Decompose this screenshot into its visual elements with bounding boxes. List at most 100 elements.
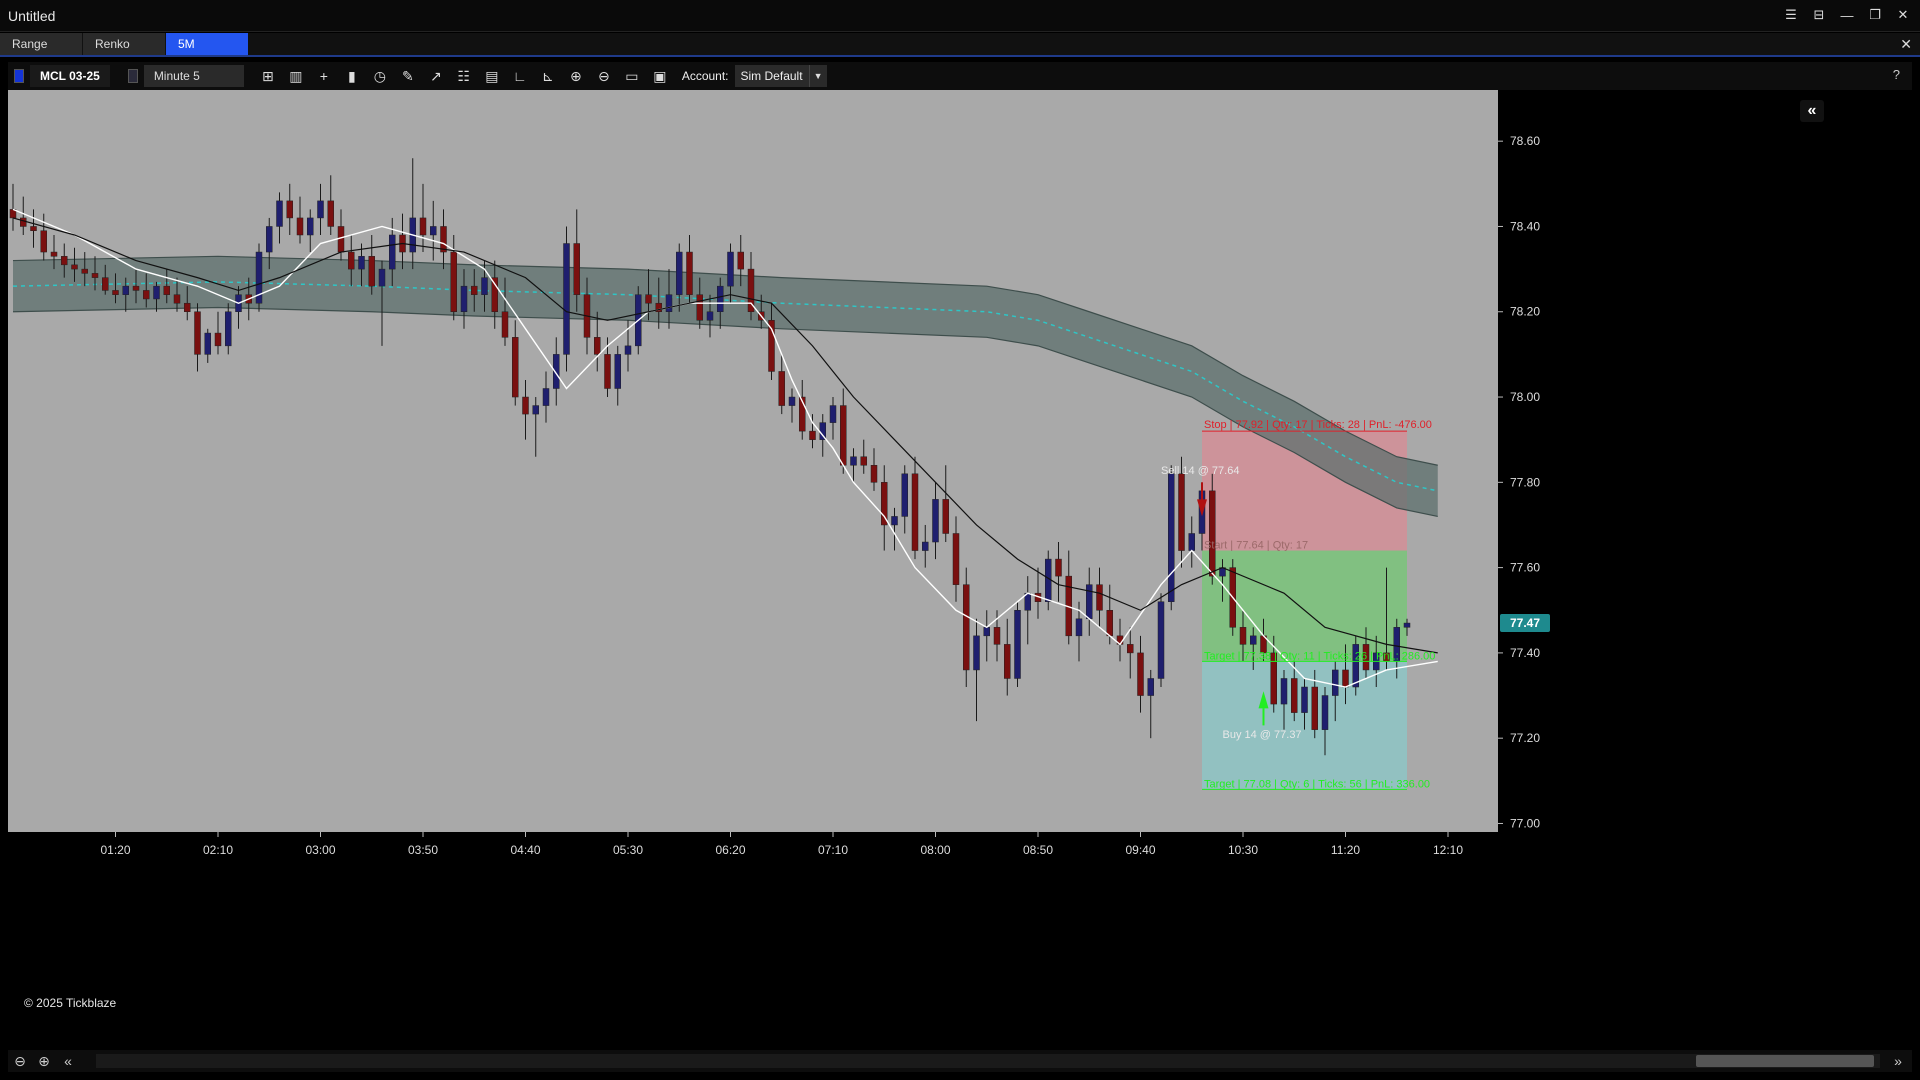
candle-body <box>1403 622 1411 628</box>
candle-body <box>983 627 990 637</box>
menu-icon[interactable]: ☰ <box>1782 6 1800 24</box>
zoom-in-icon[interactable]: ⊕ <box>32 1051 56 1071</box>
candle-body <box>501 311 509 338</box>
candle-body <box>1014 610 1021 679</box>
candle-body <box>512 337 519 398</box>
x-tick-label: 01:20 <box>100 843 130 857</box>
candle-body <box>1209 490 1216 577</box>
candle-body <box>471 285 478 295</box>
window-title: Untitled <box>8 7 56 24</box>
restore-icon[interactable]: ❐ <box>1866 6 1884 24</box>
candle-body <box>1127 644 1134 654</box>
candle-body <box>194 311 201 355</box>
folder-icon[interactable]: ▭ <box>618 65 646 87</box>
candle-body <box>430 226 437 236</box>
candle-body <box>614 354 621 389</box>
chart-navigation-bar: ⊖ ⊕ « » <box>8 1050 1912 1072</box>
tab-range[interactable]: Range <box>0 33 82 55</box>
buy-marker-label: Buy 14 @ 77.37 <box>1223 729 1302 741</box>
y-tick-label: 77.00 <box>1510 816 1540 830</box>
candle-body <box>932 499 939 543</box>
candle-body <box>1096 584 1103 611</box>
candle-body <box>604 354 611 389</box>
candle-body <box>778 371 785 406</box>
candle-body <box>378 268 386 287</box>
candle-body <box>450 251 457 312</box>
candle-body <box>132 285 140 291</box>
axis-icon[interactable]: ∟ <box>506 65 534 87</box>
copyright-text: © 2025 Tickblaze <box>24 996 117 1010</box>
start-label: Start | 77.64 | Qty: 17 <box>1204 540 1308 552</box>
x-tick-label: 08:00 <box>920 843 950 857</box>
axis-scale-icon[interactable]: ⊾ <box>534 65 562 87</box>
candle-body <box>214 332 222 347</box>
candle-body <box>276 200 283 227</box>
scroll-end-icon[interactable]: » <box>1886 1051 1910 1071</box>
account-dropdown-icon[interactable]: ▼ <box>808 65 827 87</box>
pencil-icon[interactable]: ✎ <box>394 65 422 87</box>
price-chart[interactable]: 78.60 78.40 78.20 78.00 77.80 77.60 77.40 77.20… <box>8 90 1912 1020</box>
tab-5m[interactable]: 5M <box>166 33 248 55</box>
candle-body <box>563 243 570 355</box>
y-tick-label: 78.20 <box>1510 305 1540 319</box>
candle-body <box>891 516 898 526</box>
candle-body <box>460 285 468 312</box>
candle-body <box>30 226 37 231</box>
draw-line-icon[interactable]: ↗ <box>422 65 450 87</box>
candle-body <box>522 396 529 415</box>
candle-body <box>1086 584 1093 620</box>
chart-toolbar: MCL 03-25 Minute 5 ⊞ ▥ + ▮ ◷ ✎ ↗ ☷ ▤ ∟ ⊾… <box>8 62 1912 90</box>
symbol-color-swatch[interactable] <box>14 69 24 83</box>
candle-body <box>71 264 78 270</box>
close-tab-icon[interactable]: ✕ <box>1900 36 1912 53</box>
clock-icon[interactable]: ◷ <box>366 65 394 87</box>
zoom-in-icon[interactable]: ⊕ <box>562 65 590 87</box>
candle-body <box>296 217 304 236</box>
candle-body <box>665 294 673 312</box>
zoom-out-icon[interactable]: ⊖ <box>8 1051 32 1071</box>
x-tick-label: 07:10 <box>818 843 848 857</box>
last-price-label: 77.47 <box>1510 616 1540 630</box>
candle-body <box>1188 533 1195 551</box>
candle-body <box>952 533 960 585</box>
candle-body <box>993 627 1001 645</box>
chart-area[interactable]: 78.60 78.40 78.20 78.00 77.80 77.60 77.40 77.20… <box>8 90 1912 1020</box>
candle-body <box>1075 618 1083 637</box>
account-select[interactable]: Sim Default <box>734 65 809 87</box>
save-icon[interactable]: ▣ <box>646 65 674 87</box>
candle-body <box>1178 473 1185 551</box>
collapse-panel-icon[interactable]: « <box>1800 100 1824 122</box>
candle-body <box>358 256 365 270</box>
interval-selector[interactable]: Minute 5 <box>143 65 244 87</box>
list-icon[interactable]: ☷ <box>450 65 478 87</box>
scrollbar-thumb[interactable] <box>1696 1055 1874 1067</box>
close-icon[interactable]: ✕ <box>1894 6 1912 24</box>
symbol-selector[interactable]: MCL 03-25 <box>30 65 110 87</box>
templates-icon[interactable]: ▤ <box>478 65 506 87</box>
candle-body <box>542 388 550 406</box>
link-icon[interactable]: ⊟ <box>1810 6 1828 24</box>
chart-style-icon[interactable]: ▮ <box>338 65 366 87</box>
minimize-icon[interactable]: — <box>1838 6 1856 24</box>
x-tick-label: 02:10 <box>203 843 233 857</box>
interval-color-swatch[interactable] <box>127 69 138 83</box>
help-icon[interactable]: ? <box>1893 67 1900 82</box>
bar-type-icon[interactable]: ⊞ <box>254 65 282 87</box>
window-controls: ☰ ⊟ — ❐ ✕ <box>1782 6 1912 24</box>
candle-body <box>594 337 601 355</box>
candle-body <box>1342 669 1349 688</box>
indicators-icon[interactable]: ▥ <box>282 65 310 87</box>
y-tick-label: 78.40 <box>1510 219 1540 233</box>
zoom-out-icon[interactable]: ⊖ <box>590 65 618 87</box>
candle-body <box>788 396 796 406</box>
candle-body <box>1055 558 1062 577</box>
candle-body <box>860 456 867 466</box>
scroll-start-icon[interactable]: « <box>56 1051 80 1071</box>
candle-body <box>1250 635 1257 645</box>
account-label: Account: <box>681 69 729 83</box>
tab-renko[interactable]: Renko <box>83 33 165 55</box>
candle-body <box>266 226 273 253</box>
horizontal-scrollbar[interactable] <box>96 1054 1880 1068</box>
crosshair-icon[interactable]: + <box>310 65 338 87</box>
x-tick-label: 11:20 <box>1331 843 1360 857</box>
